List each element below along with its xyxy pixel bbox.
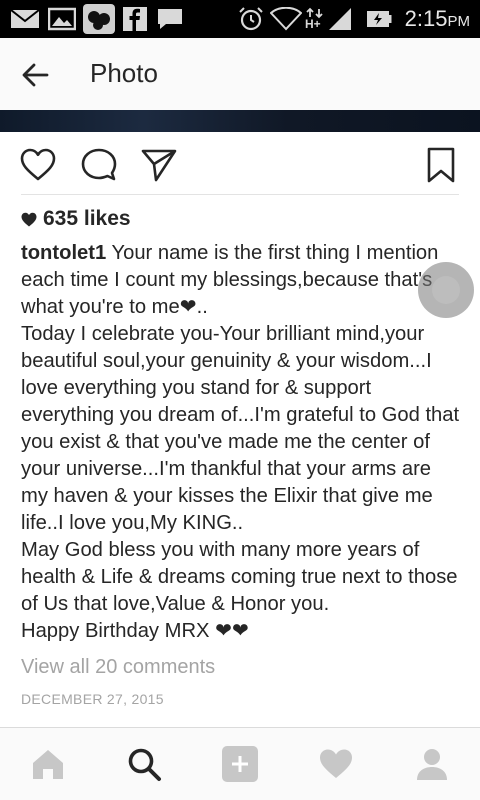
heart-icon (21, 212, 37, 226)
status-bar: H+ 2:15PM (0, 0, 480, 38)
likes-label: 635 likes (43, 207, 131, 230)
divider (21, 194, 459, 195)
caption-line: Today I celebrate you-Your brilliant min… (21, 323, 460, 534)
profile-icon[interactable] (414, 746, 450, 782)
post-date: DECEMBER 27, 2015 (21, 691, 164, 707)
add-icon[interactable] (222, 746, 258, 782)
likes-count[interactable]: 635 likes (21, 207, 131, 231)
alarm-icon (239, 7, 263, 31)
app-header: Photo (0, 38, 480, 110)
caption-line: tontolet1 Your name is the first thing I… (21, 242, 439, 318)
floating-touch-button[interactable] (418, 262, 474, 318)
data-icon: H+ (305, 7, 323, 31)
caption-line: May God bless you with many more years o… (21, 539, 458, 615)
post-caption: tontolet1 Your name is the first thing I… (21, 240, 463, 645)
gallery-icon (48, 7, 76, 31)
back-arrow-icon[interactable] (20, 60, 50, 90)
bookmark-icon[interactable] (424, 146, 458, 184)
page-title: Photo (90, 58, 158, 88)
status-time: 2:15PM (404, 6, 470, 31)
signal-icon (329, 8, 351, 30)
wifi-icon (270, 7, 302, 31)
svg-text:H+: H+ (305, 17, 321, 31)
share-icon[interactable] (140, 146, 178, 184)
chat-icon (158, 9, 182, 29)
view-comments-link[interactable]: View all 20 comments (21, 656, 215, 679)
post-actions (0, 132, 480, 194)
post-photo[interactable] (0, 110, 480, 132)
comment-icon[interactable] (80, 146, 118, 184)
username-link[interactable]: tontolet1 (21, 242, 106, 264)
caption-line: Happy Birthday MRX ❤❤ (21, 620, 249, 642)
like-icon[interactable] (19, 146, 57, 184)
battery-icon (367, 11, 392, 27)
search-icon[interactable] (126, 746, 162, 782)
facebook-icon (123, 7, 147, 31)
app-icon (83, 4, 115, 34)
activity-icon[interactable] (318, 746, 354, 782)
mail-icon (10, 9, 40, 28)
home-icon[interactable] (30, 746, 66, 782)
bottom-nav (0, 727, 480, 800)
